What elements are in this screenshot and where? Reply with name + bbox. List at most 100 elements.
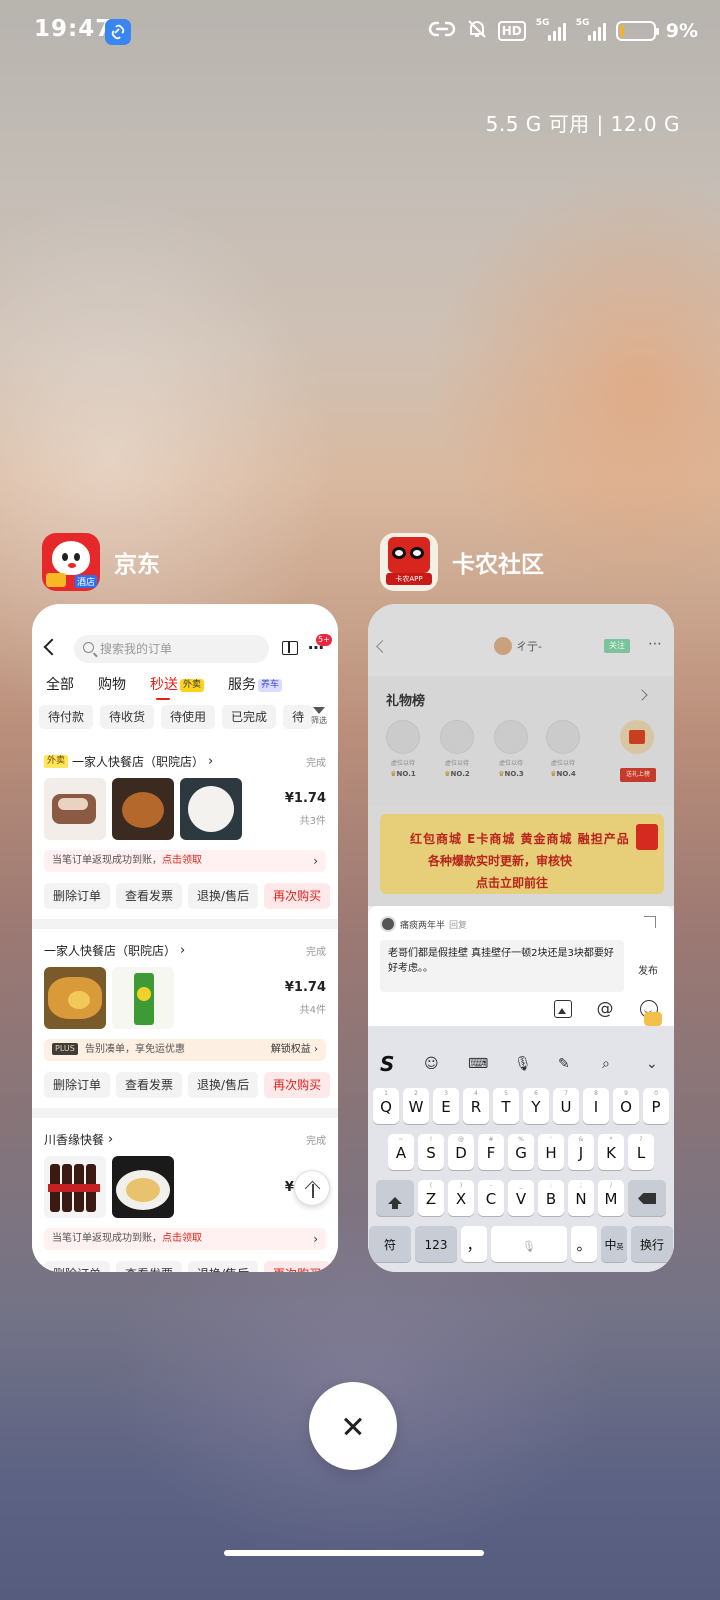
avatar[interactable]	[494, 637, 512, 655]
order-card[interactable]: 一家人快餐店（职院店） › 完成 ¥1.74 共4件 PLUS 告别凑单，享免运…	[32, 929, 338, 1108]
store-name[interactable]: 川香缘快餐	[44, 1131, 104, 1148]
sogou-icon[interactable]: S	[380, 1052, 394, 1076]
shift-key[interactable]	[376, 1180, 414, 1216]
product-image[interactable]	[44, 778, 106, 840]
key-v[interactable]: _ V	[508, 1180, 534, 1216]
key-l[interactable]: ? L	[628, 1134, 654, 1170]
number-key[interactable]: 123	[415, 1226, 457, 1262]
key-y[interactable]: 6Y	[523, 1088, 549, 1124]
key-u[interactable]: 7U	[553, 1088, 579, 1124]
app-header-kanong[interactable]: 卡农APP 卡农社区	[380, 533, 544, 591]
tab-shopping[interactable]: 购物	[98, 674, 126, 694]
language-key[interactable]: 中英	[601, 1226, 627, 1262]
key-m[interactable]: / M	[598, 1180, 624, 1216]
keyboard-icon[interactable]: ⌨	[468, 1056, 488, 1072]
product-image[interactable]	[112, 778, 174, 840]
comma-key[interactable]: ，	[461, 1226, 487, 1262]
follow-button[interactable]: 关注	[604, 639, 630, 653]
microphone-icon[interactable]: 🎙	[514, 1056, 532, 1072]
product-image[interactable]	[44, 967, 106, 1029]
period-key[interactable]: 。	[571, 1226, 597, 1262]
emoji-icon[interactable]: ☺	[424, 1056, 439, 1072]
return-service-button[interactable]: 退换/售后	[188, 1072, 259, 1098]
reply-input[interactable]: 老哥们都是假挂壁 真挂壁仔一顿2块还是3块都要好好考虑。。	[380, 940, 624, 992]
key-z[interactable]: (Z	[418, 1180, 444, 1216]
key-o[interactable]: 9O	[613, 1088, 639, 1124]
key-n[interactable]: ; N	[568, 1180, 594, 1216]
key-i[interactable]: 8I	[583, 1088, 609, 1124]
home-indicator[interactable]	[224, 1550, 484, 1556]
image-icon[interactable]	[554, 1000, 572, 1018]
tab-all[interactable]: 全部	[46, 674, 74, 694]
gift-box-icon[interactable]	[620, 720, 654, 754]
symbol-key[interactable]: 符	[369, 1226, 411, 1262]
publish-button[interactable]: 发布	[638, 962, 658, 977]
promo-banner[interactable]: 红包商城 E卡商城 黄金商城 融担产品 各种爆款实时更新，审核快 点击立即前往	[380, 814, 664, 894]
return-service-button[interactable]: 退换/售后	[188, 883, 259, 909]
chevron-down-icon[interactable]: ⌄	[646, 1056, 658, 1072]
filter-pending-receipt[interactable]: 待收货	[100, 705, 155, 729]
key-x[interactable]: ) X	[448, 1180, 474, 1216]
delete-order-button[interactable]: 删除订单	[44, 1072, 111, 1098]
product-image[interactable]	[44, 1156, 106, 1218]
buy-again-button[interactable]: 再次购买	[264, 1072, 331, 1098]
key-q[interactable]: 1Q	[373, 1088, 399, 1124]
unlock-benefits-link[interactable]: 解锁权益 ›	[271, 1039, 318, 1061]
search-input[interactable]: 搜索我的订单	[74, 635, 269, 663]
cashback-notice[interactable]: 当笔订单返现成功到账，点击领取 ›	[44, 850, 326, 872]
tab-express[interactable]: 秒送 外卖	[150, 674, 205, 700]
chevron-right-icon[interactable]	[636, 689, 648, 701]
key-s[interactable]: ! S	[418, 1134, 444, 1170]
search-icon[interactable]: ⌕	[602, 1056, 610, 1072]
gift-icon[interactable]	[282, 641, 298, 655]
buy-again-button[interactable]: 再次购买	[264, 1261, 331, 1272]
key-g[interactable]: % G	[508, 1134, 534, 1170]
gift-slot[interactable]	[546, 720, 580, 754]
enter-key[interactable]: 换行	[631, 1226, 673, 1262]
product-image[interactable]	[112, 1156, 174, 1218]
key-c[interactable]: -C	[478, 1180, 504, 1216]
order-card[interactable]: 外卖 一家人快餐店（职院店） › 完成 ¥1.74 共3件 当笔订单返现成功到账…	[32, 740, 338, 919]
scroll-to-top-button[interactable]	[294, 1170, 330, 1206]
view-invoice-button[interactable]: 查看发票	[116, 1072, 183, 1098]
delete-order-button[interactable]: 删除订单	[44, 1261, 111, 1272]
recent-app-card-kanong[interactable]: ㄔ亍- 关注 ⋯ 礼物榜 虚位以待 NO.1 虚位以待 NO.2 虚位以待 NO…	[368, 604, 674, 1272]
cashback-notice[interactable]: 当笔订单返现成功到账，点击领取 ›	[44, 1228, 326, 1250]
filter-pending-payment[interactable]: 待付款	[39, 705, 94, 729]
key-e[interactable]: 3E	[433, 1088, 459, 1124]
key-k[interactable]: * K	[598, 1134, 624, 1170]
back-icon[interactable]	[376, 640, 389, 653]
key-t[interactable]: 5T	[493, 1088, 519, 1124]
product-image[interactable]	[112, 967, 174, 1029]
view-invoice-button[interactable]: 查看发票	[116, 1261, 183, 1272]
delete-order-button[interactable]: 删除订单	[44, 883, 111, 909]
close-all-button[interactable]	[309, 1382, 397, 1470]
sticker-icon[interactable]	[644, 1012, 662, 1026]
key-h[interactable]: ' H	[538, 1134, 564, 1170]
back-icon[interactable]	[43, 638, 61, 656]
view-invoice-button[interactable]: 查看发票	[116, 883, 183, 909]
more-icon[interactable]: ⋯	[648, 636, 662, 652]
gift-slot[interactable]	[494, 720, 528, 754]
gift-slot[interactable]	[386, 720, 420, 754]
tab-service[interactable]: 服务 养车	[228, 674, 283, 694]
key-d[interactable]: @ D	[448, 1134, 474, 1170]
product-image[interactable]	[180, 778, 242, 840]
key-r[interactable]: 4R	[463, 1088, 489, 1124]
send-gift-button[interactable]: 送礼上榜	[620, 768, 656, 782]
space-key[interactable]: 🎙	[491, 1226, 567, 1262]
key-j[interactable]: & J	[568, 1134, 594, 1170]
gift-slot[interactable]	[440, 720, 474, 754]
backspace-key[interactable]	[628, 1180, 666, 1216]
key-a[interactable]: ~ A	[388, 1134, 414, 1170]
store-name[interactable]: 一家人快餐店（职院店）	[72, 753, 204, 770]
filter-pending-use[interactable]: 待使用	[161, 705, 216, 729]
order-card[interactable]: 川香缘快餐 › 完成 ¥3.05 当笔订单返现成功到账，点击领取 ›	[32, 1118, 338, 1272]
expand-icon[interactable]	[644, 916, 656, 928]
recent-app-card-jd[interactable]: 搜索我的订单 ⋯ 5+ 全部 购物 秒送 外卖 服务 养车 待付款 待收货 待使用 …	[32, 604, 338, 1272]
mention-icon[interactable]: @	[596, 1000, 614, 1018]
key-w[interactable]: 2W	[403, 1088, 429, 1124]
return-service-button[interactable]: 退换/售后	[188, 1261, 259, 1272]
key-f[interactable]: # F	[478, 1134, 504, 1170]
filter-button[interactable]: 筛选	[308, 705, 330, 726]
